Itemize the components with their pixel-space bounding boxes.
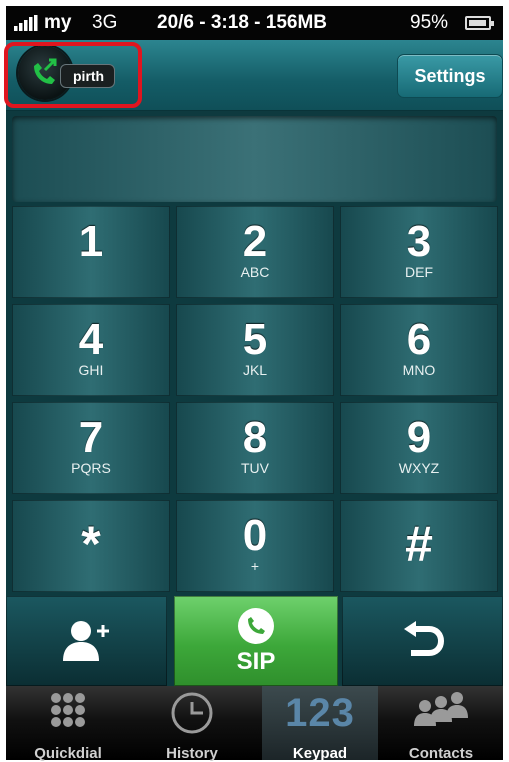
- tab-keypad[interactable]: 123 Keypad: [262, 686, 378, 762]
- settings-button[interactable]: Settings: [397, 54, 503, 98]
- key-digit: 6: [406, 315, 432, 364]
- key-1[interactable]: 1: [12, 206, 170, 298]
- status-bar: my 3G 20/6 - 3:18 - 156MB 95%: [6, 6, 503, 40]
- key-6[interactable]: 6 MNO: [340, 304, 498, 396]
- battery-percent: 95%: [410, 12, 449, 33]
- clock-icon: [171, 692, 213, 734]
- key-letters: DEF: [405, 264, 433, 280]
- key-0[interactable]: 0 +: [176, 500, 334, 592]
- add-contact-icon: [62, 621, 109, 661]
- call-label: SIP: [236, 648, 276, 675]
- key-digit: 7: [78, 413, 104, 462]
- keypad-tab-icon: 123: [285, 691, 355, 735]
- tab-label: Contacts: [408, 745, 474, 762]
- key-digit: 8: [242, 413, 268, 462]
- key-star[interactable]: *: [12, 500, 170, 592]
- key-letters: ABC: [240, 264, 270, 280]
- key-letters: WXYZ: [398, 460, 440, 476]
- key-letters: MNO: [402, 362, 436, 378]
- status-info: 20/6 - 3:18 - 156MB: [157, 12, 328, 33]
- key-digit: 4: [78, 315, 104, 364]
- signal-strength-icon: [14, 15, 38, 31]
- backspace-button[interactable]: [342, 596, 503, 686]
- tab-bar: Quickdial History 123 Keypad Contacts: [6, 686, 503, 762]
- key-4[interactable]: 4 GHI: [12, 304, 170, 396]
- key-hash[interactable]: #: [340, 500, 498, 592]
- key-letters: TUV: [241, 460, 269, 476]
- tab-label: Quickdial: [34, 745, 102, 762]
- key-digit: 0: [242, 511, 268, 560]
- action-row: SIP: [6, 596, 503, 686]
- key-5[interactable]: 5 JKL: [176, 304, 334, 396]
- key-letters: GHI: [78, 362, 104, 378]
- key-digit: 1: [78, 217, 104, 266]
- tab-quickdial[interactable]: Quickdial: [6, 686, 130, 762]
- key-digit: *: [81, 516, 101, 572]
- backspace-icon: [403, 621, 444, 656]
- dialer-app: pirth Settings 1 2 ABC 3 DEF 4 GHI 5 JKL 6 MNO 7 PQR…: [4, 40, 503, 762]
- key-digit: 9: [406, 413, 432, 462]
- key-3[interactable]: 3 DEF: [340, 206, 498, 298]
- key-2[interactable]: 2 ABC: [176, 206, 334, 298]
- key-8[interactable]: 8 TUV: [176, 402, 334, 494]
- key-letters: JKL: [242, 362, 268, 378]
- carrier-name: my: [44, 12, 72, 33]
- key-letters: PQRS: [71, 460, 111, 476]
- key-digit: 2: [242, 217, 268, 266]
- phone-icon: [238, 608, 274, 644]
- battery-fill: [469, 20, 486, 26]
- highlight-box: [4, 42, 142, 108]
- add-contact-button[interactable]: [6, 596, 167, 686]
- key-digit: 5: [242, 315, 268, 364]
- tab-label: Keypad: [292, 745, 348, 762]
- number-display[interactable]: [12, 116, 497, 202]
- key-7[interactable]: 7 PQRS: [12, 402, 170, 494]
- key-letters: +: [250, 558, 260, 574]
- sip-call-button[interactable]: SIP: [174, 596, 338, 686]
- battery-icon: [465, 16, 494, 30]
- key-digit: 3: [406, 217, 432, 266]
- header: pirth Settings: [4, 40, 503, 111]
- key-digit: #: [405, 516, 433, 572]
- grid-icon: [51, 693, 85, 727]
- tab-label: History: [166, 745, 218, 762]
- contacts-icon: [414, 692, 468, 726]
- network-type: 3G: [92, 12, 118, 33]
- tab-history[interactable]: History: [130, 686, 254, 762]
- key-9[interactable]: 9 WXYZ: [340, 402, 498, 494]
- tab-contacts[interactable]: Contacts: [379, 686, 503, 762]
